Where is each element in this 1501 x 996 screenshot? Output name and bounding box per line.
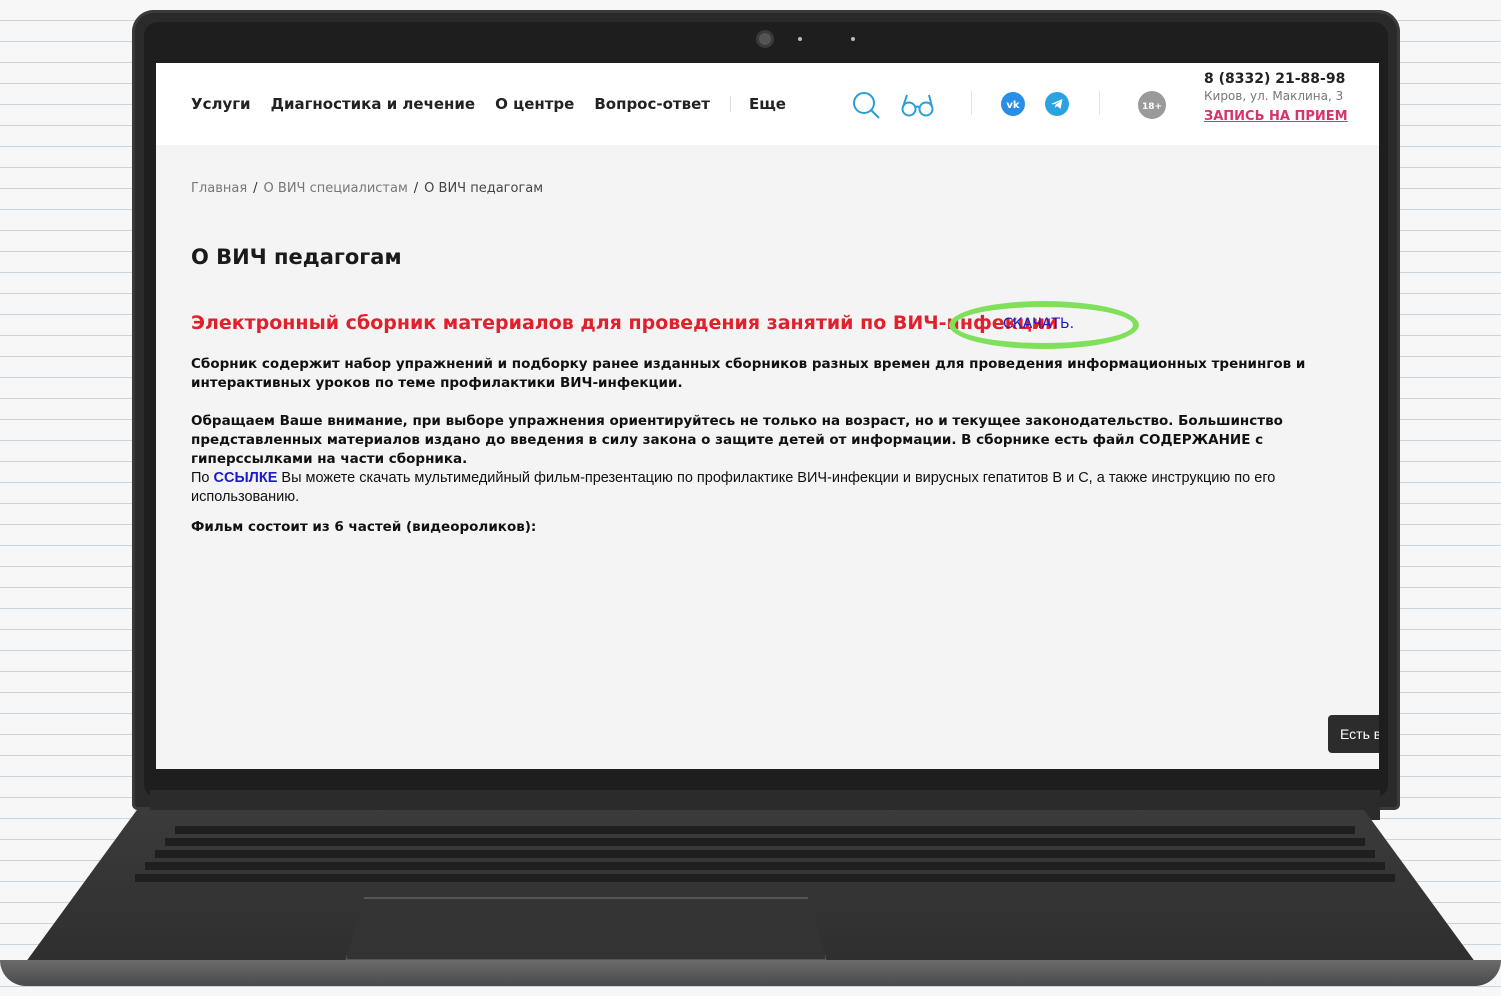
- breadcrumb-home[interactable]: Главная: [191, 181, 247, 196]
- vk-icon[interactable]: vk: [1001, 92, 1025, 120]
- nav-about[interactable]: О центре: [495, 95, 574, 113]
- keyboard-row: [135, 874, 1395, 882]
- svg-text:vk: vk: [1006, 100, 1020, 111]
- keyboard-row: [155, 850, 1375, 858]
- site-header: Услуги Диагностика и лечение О центре Во…: [156, 63, 1379, 145]
- sensor-dot: [798, 37, 802, 41]
- keyboard-row: [165, 838, 1365, 846]
- search-icon[interactable]: [851, 90, 881, 124]
- download-link[interactable]: СКАЧАТЬ.: [1003, 316, 1074, 332]
- svg-text:18+: 18+: [1142, 102, 1162, 112]
- nav-divider: [729, 96, 731, 112]
- glasses-icon[interactable]: [901, 90, 935, 124]
- para-text: Вы можете скачать мультимедийный фильм-п…: [191, 470, 1276, 505]
- breadcrumb: Главная / О ВИЧ специалистам / О ВИЧ педагог…: [191, 181, 544, 196]
- film-heading: Фильм состоит из 6 частей (видеороликов)…: [191, 519, 537, 535]
- trackpad: [345, 897, 827, 961]
- webcam-icon: [756, 30, 774, 48]
- chat-question-tab[interactable]: Есть вопрос?: [1328, 715, 1379, 753]
- notice-paragraph: Обращаем Ваше внимание, при выборе упраж…: [191, 413, 1283, 467]
- nav-services[interactable]: Услуги: [191, 95, 251, 113]
- nav-more[interactable]: Еще: [749, 95, 786, 113]
- contact-block: 8 (8332) 21-88-98 Киров, ул. Маклина, 3 …: [1204, 71, 1348, 124]
- para-prefix: По: [191, 470, 210, 486]
- phone-number[interactable]: 8 (8332) 21-88-98: [1204, 71, 1348, 87]
- keyboard-row: [145, 862, 1385, 870]
- page-title: О ВИЧ педагогам: [191, 245, 402, 269]
- breadcrumb-section[interactable]: О ВИЧ специалистам: [264, 181, 408, 196]
- browser-screen: Услуги Диагностика и лечение О центре Во…: [156, 63, 1379, 769]
- book-appointment-link[interactable]: ЗАПИСЬ НА ПРИЕМ: [1204, 109, 1348, 124]
- header-divider: [971, 91, 972, 115]
- laptop-base: [0, 790, 1501, 996]
- film-paragraph: По ССЫЛКЕ Вы можете скачать мультимедийн…: [191, 469, 1361, 507]
- address: Киров, ул. Маклина, 3: [1204, 89, 1344, 103]
- telegram-icon[interactable]: [1045, 92, 1069, 120]
- description-paragraph: Сборник содержит набор упражнений и подб…: [191, 356, 1306, 391]
- nav-faq[interactable]: Вопрос-ответ: [594, 95, 710, 113]
- sensor-dot: [851, 37, 855, 41]
- main-nav: Услуги Диагностика и лечение О центре Во…: [191, 95, 806, 113]
- keyboard-row: [175, 826, 1355, 834]
- base-edge: [0, 960, 1501, 986]
- collection-headline: Электронный сборник материалов для прове…: [191, 312, 1059, 334]
- header-divider: [1099, 91, 1100, 115]
- breadcrumb-current: О ВИЧ педагогам: [424, 181, 544, 196]
- nav-diagnostics[interactable]: Диагностика и лечение: [271, 95, 476, 113]
- film-link[interactable]: ССЫЛКЕ: [214, 470, 278, 486]
- age-badge: 18+: [1138, 91, 1166, 123]
